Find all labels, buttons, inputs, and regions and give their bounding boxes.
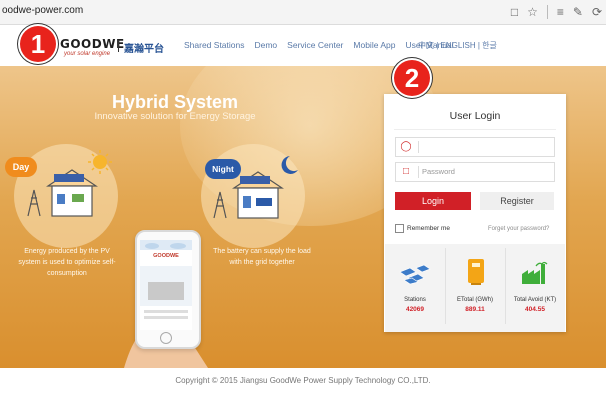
hero-title: Hybrid System [111, 92, 239, 112]
nav-shared-stations[interactable]: Shared Stations [184, 40, 244, 50]
copyright-text: Copyright © 2015 Jiangsu GoodWe Power Su… [175, 376, 431, 385]
platform-name: 嘉瀚平台 [124, 44, 164, 55]
username-input[interactable] [422, 139, 550, 153]
password-input[interactable] [422, 164, 550, 178]
web-note-icon[interactable]: ✎ [573, 5, 583, 19]
annotation-marker-1: 1 [20, 26, 56, 62]
power-tower-icon [27, 189, 41, 217]
hero-subtitle: Innovative solution for Energy Storage [94, 111, 256, 122]
nav-service-center[interactable]: Service Center [287, 40, 343, 50]
power-tower-icon-night [213, 191, 227, 219]
cloud-icon-2 [170, 243, 186, 249]
stat-value-etotal: 889.11 [465, 306, 485, 313]
night-description: The battery can supply the load with the… [213, 248, 311, 266]
stat-label-stations: Stations [404, 297, 426, 303]
solar-panel [54, 174, 84, 182]
hub-menu-icon[interactable]: ≡ [557, 5, 564, 19]
login-title: User Login [449, 110, 501, 122]
remember-me-label: Remember me [407, 225, 450, 232]
logo-divider [118, 40, 119, 52]
sun-icon [93, 155, 107, 169]
url-text[interactable]: oodwe-power.com [2, 5, 83, 16]
inverter-unit [72, 194, 84, 202]
reader-view-icon[interactable]: □ [511, 5, 518, 19]
register-button[interactable]: Register [480, 192, 554, 210]
stat-value-stations: 42069 [405, 306, 425, 313]
remember-me-checkbox[interactable] [395, 224, 404, 233]
stat-label-total-avoid: Total Avoid (KT) [513, 297, 557, 303]
load-unit-night [256, 198, 272, 206]
toolbar-divider [546, 5, 548, 19]
factory-icon [522, 261, 548, 284]
battery-unit-night [243, 196, 251, 208]
phone-app-brand: GOODWE [153, 253, 179, 259]
main-nav: Shared Stations Demo Service Center Mobi… [184, 40, 454, 50]
annotation-marker-2: 2 [394, 60, 430, 96]
remember-me[interactable]: Remember me [395, 224, 450, 233]
moon-icon [281, 156, 298, 174]
lock-icon: □ [402, 166, 410, 177]
night-badge: Night [205, 159, 241, 179]
solar-panel-night [240, 176, 270, 184]
nav-mobile-app[interactable]: Mobile App [353, 40, 395, 50]
day-badge: Day [5, 157, 37, 177]
user-icon: ◯ [400, 141, 412, 152]
share-icon[interactable]: ⟳ [592, 5, 602, 19]
solar-panel-icon [399, 264, 431, 285]
cloud-icon [145, 243, 159, 249]
inverter-icon [468, 259, 484, 285]
stat-value-total-avoid: 404.55 [525, 306, 545, 313]
day-description: Energy produced by the PV system is used… [18, 248, 116, 277]
logo-tagline: your solar engine [64, 51, 111, 57]
forgot-password-link[interactable]: Forget your password? [488, 226, 549, 232]
language-switcher[interactable]: 中文 | ENGLISH | 한글 [418, 40, 497, 51]
nav-demo[interactable]: Demo [254, 40, 277, 50]
building-icon [148, 282, 184, 300]
stat-label-etotal: ETotal (GWh) [456, 297, 493, 303]
field-divider [418, 166, 419, 178]
login-divider [394, 129, 556, 130]
login-button[interactable]: Login [395, 192, 471, 210]
password-field[interactable]: □ [395, 162, 555, 182]
goodwe-logo[interactable]: GOODWE [60, 37, 125, 51]
battery-unit [57, 194, 65, 204]
browser-toolbar-icons: □ ☆ ≡ ✎ ⟳ [511, 3, 602, 21]
favorite-star-icon[interactable]: ☆ [527, 5, 538, 19]
field-divider [418, 141, 419, 153]
phone-home-button [160, 332, 172, 344]
username-field[interactable]: ◯ [395, 137, 555, 157]
